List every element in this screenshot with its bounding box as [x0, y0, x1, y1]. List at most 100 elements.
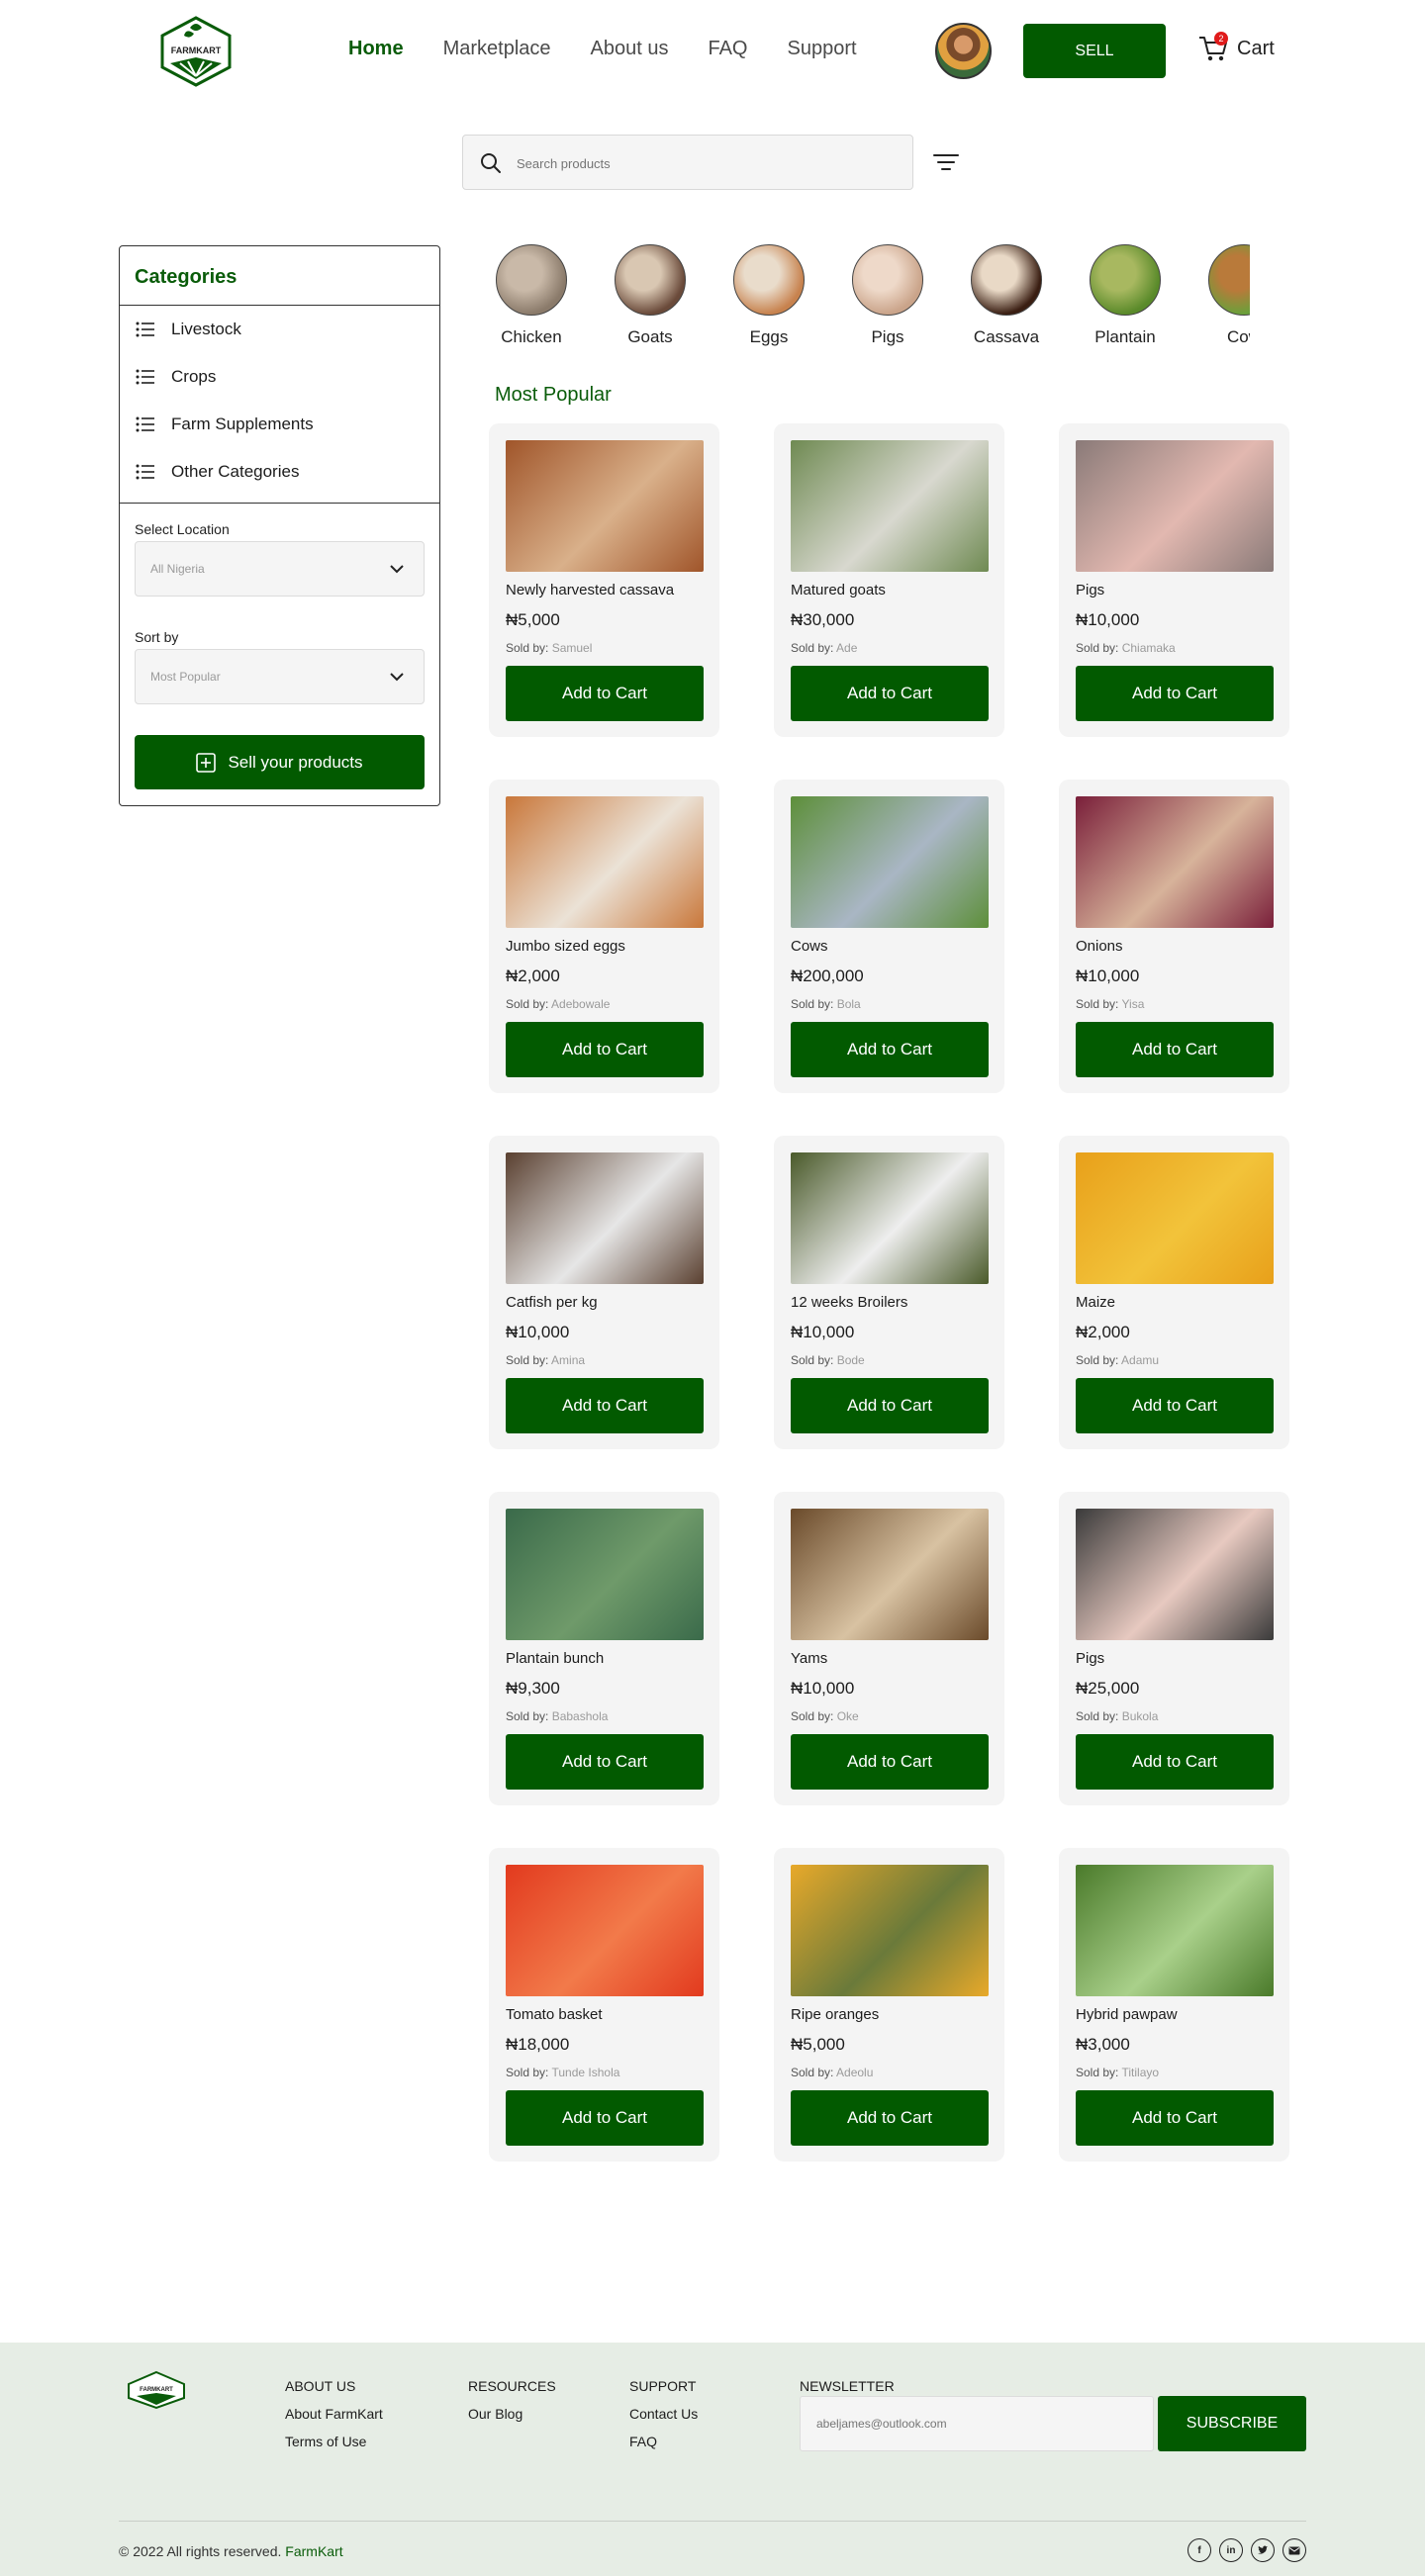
sort-select[interactable]: Most Popular [135, 649, 425, 704]
category-circle-cassava[interactable]: Cassava [967, 244, 1046, 347]
nav-home[interactable]: Home [348, 38, 404, 60]
seller-name[interactable]: Titilayo [1121, 2066, 1159, 2079]
add-to-cart-button[interactable]: Add to Cart [506, 1734, 704, 1790]
add-to-cart-button[interactable]: Add to Cart [1076, 666, 1274, 721]
seller-name[interactable]: Oke [837, 1709, 859, 1723]
add-to-cart-button[interactable]: Add to Cart [1076, 1022, 1274, 1077]
footer-link-about[interactable]: About FarmKart [285, 2406, 383, 2422]
product-image[interactable] [506, 1865, 704, 1996]
seller-name[interactable]: Bode [837, 1353, 865, 1367]
product-card[interactable]: Hybrid pawpaw ₦3,000 Sold by: Titilayo Add … [1059, 1848, 1289, 2162]
product-card[interactable]: Onions ₦10,000 Sold by: Yisa Add to Cart [1059, 780, 1289, 1093]
nav-marketplace[interactable]: Marketplace [443, 38, 551, 60]
mail-icon[interactable] [1282, 2538, 1306, 2562]
sell-products-button[interactable]: Sell your products [135, 735, 425, 789]
seller-name[interactable]: Babashola [552, 1709, 609, 1723]
seller-name[interactable]: Ade [836, 641, 857, 655]
product-card[interactable]: Catfish per kg ₦10,000 Sold by: Amina Add t… [489, 1136, 719, 1449]
farmkart-logo[interactable]: FARMKART [156, 14, 236, 89]
product-card[interactable]: Jumbo sized eggs ₦2,000 Sold by: Adebowale… [489, 780, 719, 1093]
product-image[interactable] [1076, 1509, 1274, 1640]
product-card[interactable]: Tomato basket ₦18,000 Sold by: Tunde Ishol… [489, 1848, 719, 2162]
product-image[interactable] [1076, 1152, 1274, 1284]
product-image[interactable] [506, 1152, 704, 1284]
search-icon[interactable] [479, 151, 503, 175]
seller-name[interactable]: Adamu [1121, 1353, 1159, 1367]
product-card[interactable]: Pigs ₦10,000 Sold by: Chiamaka Add to Cart [1059, 423, 1289, 737]
product-image[interactable] [506, 440, 704, 572]
product-card[interactable]: Yams ₦10,000 Sold by: Oke Add to Cart [774, 1492, 1004, 1805]
category-circle-pigs[interactable]: Pigs [848, 244, 927, 347]
add-to-cart-button[interactable]: Add to Cart [506, 666, 704, 721]
product-image[interactable] [791, 440, 989, 572]
cart-link[interactable]: 2 Cart [1197, 32, 1275, 63]
copyright-brand[interactable]: FarmKart [285, 2543, 342, 2559]
product-image[interactable] [506, 1509, 704, 1640]
nav-faq[interactable]: FAQ [708, 38, 747, 60]
add-to-cart-button[interactable]: Add to Cart [506, 2090, 704, 2146]
product-image[interactable] [791, 796, 989, 928]
add-to-cart-button[interactable]: Add to Cart [791, 1378, 989, 1433]
product-image[interactable] [1076, 1865, 1274, 1996]
seller-name[interactable]: Bukola [1122, 1709, 1159, 1723]
category-circle-goats[interactable]: Goats [611, 244, 690, 347]
subscribe-button[interactable]: SUBSCRIBE [1158, 2396, 1306, 2451]
filter-icon[interactable] [932, 148, 960, 176]
section-title: Most Popular [495, 384, 612, 406]
add-to-cart-button[interactable]: Add to Cart [1076, 1378, 1274, 1433]
footer-link-contact[interactable]: Contact Us [629, 2406, 698, 2422]
product-card[interactable]: Matured goats ₦30,000 Sold by: Ade Add to C… [774, 423, 1004, 737]
linkedin-icon[interactable]: in [1219, 2538, 1243, 2562]
product-image[interactable] [1076, 440, 1274, 572]
product-card[interactable]: Cows ₦200,000 Sold by: Bola Add to Cart [774, 780, 1004, 1093]
product-card[interactable]: Newly harvested cassava ₦5,000 Sold by: Sa… [489, 423, 719, 737]
category-circle-cow[interactable]: Cow [1204, 244, 1250, 347]
add-to-cart-button[interactable]: Add to Cart [506, 1022, 704, 1077]
footer-link-faq[interactable]: FAQ [629, 2434, 698, 2449]
add-to-cart-button[interactable]: Add to Cart [791, 2090, 989, 2146]
category-item-farm-supplements[interactable]: Farm Supplements [120, 401, 439, 448]
add-to-cart-button[interactable]: Add to Cart [791, 1022, 989, 1077]
twitter-icon[interactable] [1251, 2538, 1275, 2562]
footer-link-blog[interactable]: Our Blog [468, 2406, 556, 2422]
product-card[interactable]: Pigs ₦25,000 Sold by: Bukola Add to Cart [1059, 1492, 1289, 1805]
seller-name[interactable]: Adebowale [551, 997, 610, 1011]
add-to-cart-button[interactable]: Add to Cart [791, 666, 989, 721]
product-image[interactable] [791, 1152, 989, 1284]
seller-name[interactable]: Amina [551, 1353, 585, 1367]
seller-name[interactable]: Bola [837, 997, 861, 1011]
product-card[interactable]: Ripe oranges ₦5,000 Sold by: Adeolu Add to … [774, 1848, 1004, 2162]
user-avatar[interactable] [935, 23, 992, 79]
product-card[interactable]: Plantain bunch ₦9,300 Sold by: Babashola Ad… [489, 1492, 719, 1805]
add-to-cart-button[interactable]: Add to Cart [791, 1734, 989, 1790]
seller-name[interactable]: Tunde Ishola [551, 2066, 619, 2079]
category-circle-eggs[interactable]: Eggs [729, 244, 808, 347]
category-circle-plantain[interactable]: Plantain [1086, 244, 1165, 347]
category-item-livestock[interactable]: Livestock [120, 306, 439, 353]
product-image[interactable] [791, 1865, 989, 1996]
search-input[interactable] [517, 149, 893, 177]
sell-button[interactable]: SELL [1023, 24, 1166, 78]
category-item-other[interactable]: Other Categories [120, 448, 439, 496]
seller-name[interactable]: Chiamaka [1122, 641, 1176, 655]
farmkart-footer-logo[interactable]: FARMKART [127, 2370, 186, 2410]
nav-support[interactable]: Support [787, 38, 856, 60]
location-select[interactable]: All Nigeria [135, 541, 425, 597]
add-to-cart-button[interactable]: Add to Cart [1076, 1734, 1274, 1790]
add-to-cart-button[interactable]: Add to Cart [506, 1378, 704, 1433]
product-card[interactable]: Maize ₦2,000 Sold by: Adamu Add to Cart [1059, 1136, 1289, 1449]
seller-name[interactable]: Samuel [552, 641, 593, 655]
product-card[interactable]: 12 weeks Broilers ₦10,000 Sold by: Bode Add… [774, 1136, 1004, 1449]
seller-name[interactable]: Yisa [1121, 997, 1144, 1011]
footer-link-terms[interactable]: Terms of Use [285, 2434, 383, 2449]
nav-about-us[interactable]: About us [591, 38, 669, 60]
product-image[interactable] [506, 796, 704, 928]
add-to-cart-button[interactable]: Add to Cart [1076, 2090, 1274, 2146]
seller-name[interactable]: Adeolu [836, 2066, 873, 2079]
category-item-crops[interactable]: Crops [120, 353, 439, 401]
newsletter-email-input[interactable] [800, 2396, 1154, 2451]
product-image[interactable] [791, 1509, 989, 1640]
facebook-icon[interactable]: f [1188, 2538, 1211, 2562]
category-circle-chicken[interactable]: Chicken [492, 244, 571, 347]
product-image[interactable] [1076, 796, 1274, 928]
